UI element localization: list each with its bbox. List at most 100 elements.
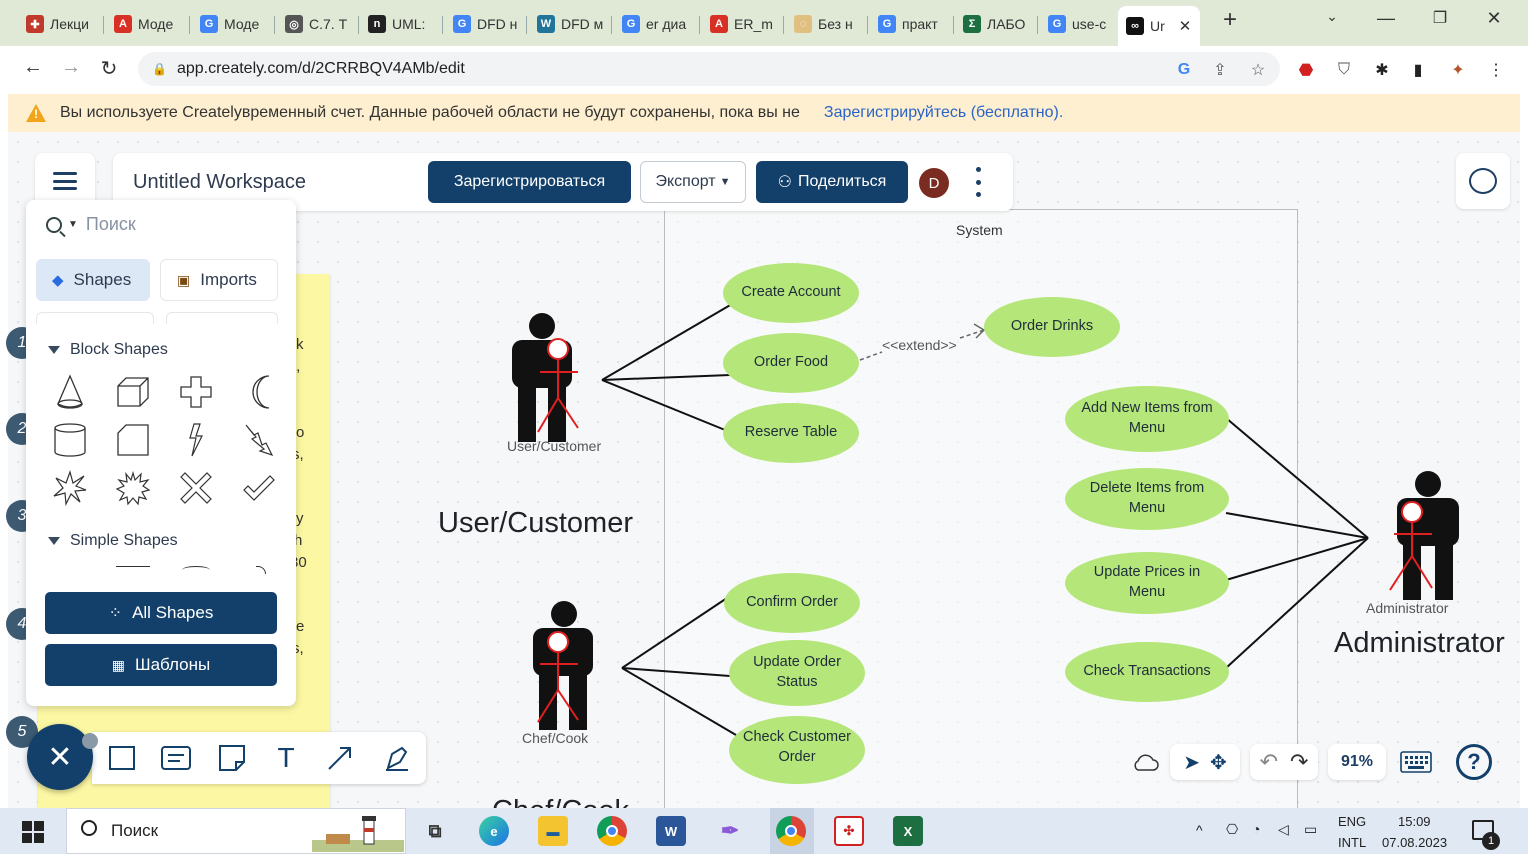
shape-search[interactable]: ▼ Поиск: [46, 214, 136, 235]
usecase-confirm-order[interactable]: Confirm Order: [724, 573, 860, 633]
templates-button[interactable]: ▦ Шаблоны: [45, 644, 277, 686]
new-tab-button[interactable]: +: [1210, 6, 1250, 34]
chef-text-label[interactable]: Chef/Cook: [492, 794, 629, 808]
cone-shape-icon[interactable]: [48, 370, 92, 414]
simple-shapes-header[interactable]: Simple Shapes: [48, 532, 178, 550]
address-bar[interactable]: 🔒 app.creately.com/d/2CRRBQV4AMb/edit: [138, 52, 1280, 86]
rectangle-tool-icon[interactable]: [106, 742, 138, 774]
volume-icon[interactable]: ◁: [1278, 821, 1289, 838]
browser-menu-icon[interactable]: ⋮: [1484, 58, 1508, 82]
minimize-icon[interactable]: —: [1366, 8, 1406, 29]
cylinder-shape-icon[interactable]: [48, 418, 92, 462]
tray-chevron-icon[interactable]: ^: [1196, 822, 1203, 838]
browser-tab[interactable]: A Моде: [106, 10, 188, 38]
all-shapes-button[interactable]: ⁘ All Shapes: [45, 592, 277, 634]
battery-icon[interactable]: ▭: [1304, 821, 1317, 838]
usecase-order-food[interactable]: Order Food: [723, 333, 859, 393]
close-tab-icon[interactable]: ✕: [1179, 17, 1192, 35]
browser-tab[interactable]: ◎ C.7. Т: [277, 10, 357, 38]
browser-tab-active[interactable]: ∞ Ur ✕: [1118, 6, 1200, 46]
select-cursor-icon[interactable]: ➤: [1183, 750, 1200, 775]
browser-tab[interactable]: G Моде: [192, 10, 272, 38]
chrome-active-icon[interactable]: [776, 816, 806, 846]
usecase-add-menu-items[interactable]: Add New Items from Menu: [1065, 386, 1229, 452]
browser-tab[interactable]: ✚ Лекци: [18, 10, 100, 38]
diagram-app-icon[interactable]: ✣: [834, 816, 864, 846]
lighthouse-widget-icon[interactable]: [312, 812, 404, 852]
google-translate-icon[interactable]: G: [1172, 58, 1196, 82]
tab-shapes[interactable]: ◆ Shapes: [36, 259, 150, 301]
tab-search-icon[interactable]: ⌄: [1312, 8, 1352, 25]
browser-tab[interactable]: Ger диа: [614, 10, 698, 38]
browser-tab[interactable]: n UML:: [360, 10, 440, 38]
rectangle-shape-icon[interactable]: [116, 566, 150, 570]
share-button[interactable]: ⚇ Поделиться: [756, 161, 908, 203]
redo-icon[interactable]: ↷: [1290, 749, 1308, 775]
task-view-icon[interactable]: ⧉: [420, 816, 450, 846]
more-options-icon[interactable]: [973, 167, 983, 197]
cube-shape-icon[interactable]: [111, 370, 155, 414]
burst-shape-icon[interactable]: [48, 466, 92, 510]
file-explorer-icon[interactable]: ▬: [538, 816, 568, 846]
workspace-title[interactable]: Untitled Workspace: [133, 171, 306, 194]
block-shapes-header[interactable]: Block Shapes: [48, 341, 168, 359]
usecase-delete-menu-items[interactable]: Delete Items from Menu: [1065, 468, 1229, 530]
avatar[interactable]: D: [919, 168, 949, 198]
restore-icon[interactable]: ❐: [1420, 8, 1460, 28]
usecase-order-drinks[interactable]: Order Drinks: [984, 297, 1120, 357]
pan-move-icon[interactable]: ✥: [1210, 750, 1227, 775]
excel-icon[interactable]: X: [893, 816, 923, 846]
browser-tab[interactable]: Guse-c: [1040, 10, 1116, 38]
shield-extension-icon[interactable]: ⛉: [1332, 58, 1356, 82]
rounded-shape-icon[interactable]: [256, 566, 266, 574]
ellipse-shape-icon[interactable]: [182, 566, 210, 574]
checkmark-shape-icon[interactable]: [237, 466, 281, 510]
lightning-bolt-shape-icon[interactable]: [237, 418, 281, 462]
tray-device-icon[interactable]: ⎔: [1226, 821, 1238, 838]
quill-app-icon[interactable]: ✒: [715, 816, 745, 846]
close-window-icon[interactable]: ✕: [1474, 8, 1514, 29]
forward-icon[interactable]: →: [58, 56, 84, 79]
lightning-shape-icon[interactable]: [174, 418, 218, 462]
clock-time[interactable]: 15:09: [1398, 814, 1431, 829]
adblock-extension-icon[interactable]: ⬣: [1294, 58, 1318, 82]
connector-tool-icon[interactable]: [324, 742, 356, 774]
close-tools-button[interactable]: ✕: [27, 724, 93, 790]
export-button[interactable]: Экспорт ▼: [640, 161, 746, 203]
sticky-note-tool-icon[interactable]: [216, 742, 248, 774]
keyboard-shortcuts-icon[interactable]: [1394, 744, 1438, 780]
text-box-tool-icon[interactable]: [160, 742, 192, 774]
profile-icon[interactable]: ✦: [1446, 58, 1470, 82]
usecase-update-order-status[interactable]: Update Order Status: [729, 640, 865, 706]
chrome-icon[interactable]: [597, 816, 627, 846]
browser-tab[interactable]: A ER_m: [702, 10, 782, 38]
bookmark-star-icon[interactable]: ☆: [1246, 58, 1270, 82]
keyboard-layout[interactable]: INTL: [1338, 835, 1366, 850]
usecase-reserve-table[interactable]: Reserve Table: [723, 403, 859, 463]
usecase-create-account[interactable]: Create Account: [723, 263, 859, 323]
register-free-link[interactable]: Зарегистрируйтесь (бесплатно).: [824, 104, 1063, 122]
cross-shape-icon[interactable]: [174, 370, 218, 414]
word-icon[interactable]: W: [656, 816, 686, 846]
browser-tab[interactable]: Gпракт: [870, 10, 952, 38]
customer-text-label[interactable]: User/Customer: [438, 507, 633, 540]
browser-tab[interactable]: ◌ Без н: [786, 10, 866, 38]
wifi-icon[interactable]: ◔: [1252, 821, 1260, 837]
browser-tab[interactable]: W DFD м: [529, 10, 609, 38]
usecase-update-prices[interactable]: Update Prices in Menu: [1065, 552, 1229, 614]
edge-browser-icon[interactable]: e: [479, 816, 509, 846]
side-panel-icon[interactable]: ▮: [1406, 58, 1430, 82]
zoom-level[interactable]: 91%: [1328, 744, 1386, 780]
tab-imports[interactable]: ▣ Imports: [160, 259, 278, 301]
reload-icon[interactable]: ↻: [96, 56, 122, 81]
register-button[interactable]: Зарегистрироваться: [428, 161, 631, 203]
clock-date[interactable]: 07.08.2023: [1382, 835, 1447, 850]
undo-icon[interactable]: ↶: [1260, 749, 1278, 775]
text-tool-icon[interactable]: T: [270, 742, 302, 774]
moon-shape-icon[interactable]: [237, 370, 281, 414]
browser-tab[interactable]: G DFD н: [445, 10, 525, 38]
help-icon[interactable]: ?: [1456, 744, 1492, 780]
cloud-sync-icon[interactable]: [1128, 745, 1162, 779]
x-shape-icon[interactable]: [174, 466, 218, 510]
explosion-shape-icon[interactable]: [111, 466, 155, 510]
